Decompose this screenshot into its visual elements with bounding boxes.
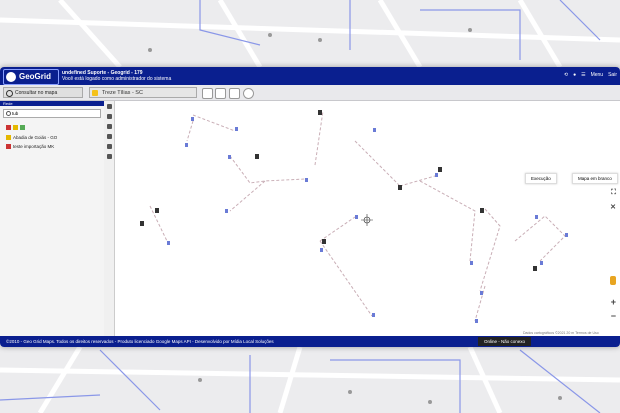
toolbar: Consultar no mapa Treze Tílias - SC: [0, 85, 620, 101]
sidebar-item-label: teste importação MK: [13, 144, 55, 149]
cable-icon[interactable]: [106, 124, 112, 129]
sidebar-search-input[interactable]: tub: [3, 109, 101, 118]
top-header: GeoGrid MAPS undefined Suporte - Geogrid…: [0, 67, 620, 89]
menu-button[interactable]: Menu: [591, 72, 604, 78]
user-sub: Você está logado como administrador do s…: [62, 76, 172, 82]
app-window: GeoGrid MAPS undefined Suporte - Geogrid…: [0, 67, 620, 347]
tool-strip: [104, 101, 115, 336]
sidebar-tools: [0, 121, 104, 133]
sidebar-item[interactable]: Abadia de Goiás - GO: [0, 133, 104, 142]
tool-icon-green[interactable]: [20, 124, 25, 130]
measure-icon[interactable]: ✕: [610, 203, 616, 211]
crosshair-icon: [361, 214, 373, 226]
gear-icon[interactable]: [243, 88, 254, 99]
place-label: Treze Tílias - SC: [102, 90, 143, 96]
network-routes: [140, 110, 568, 323]
online-status: Online - Não conexo: [478, 337, 532, 346]
refresh-icon[interactable]: ⟲: [564, 72, 568, 78]
footer-copyright: ©2010 - Geo Grid Maps. Todos os direitos…: [6, 339, 274, 344]
edit-icon[interactable]: [106, 104, 112, 109]
sidebar-item[interactable]: teste importação MK: [0, 142, 104, 151]
basemap-dropdown[interactable]: Mapa em branco: [572, 173, 618, 184]
tool-icon-red[interactable]: [6, 124, 11, 130]
map-canvas[interactable]: Execução Mapa em branco ⛶ ✕ + − Dados ca…: [115, 101, 620, 336]
search-icon: [6, 90, 13, 97]
sidebar-item-label: Abadia de Goiás - GO: [13, 135, 58, 140]
place-selector[interactable]: Treze Tílias - SC: [89, 87, 197, 98]
fullscreen-icon[interactable]: ⛶: [611, 189, 616, 197]
user-info: undefined Suporte - Geogrid - 179 Você e…: [62, 70, 171, 82]
layers-tool-icon[interactable]: [215, 88, 226, 99]
logo-name: GeoGrid: [19, 71, 52, 81]
zoom-out-button[interactable]: −: [611, 311, 616, 321]
footer: ©2010 - Geo Grid Maps. Todos os direitos…: [0, 336, 620, 347]
box-icon[interactable]: [106, 134, 112, 139]
search-placeholder: Consultar no mapa: [15, 90, 58, 96]
zoom-in-button[interactable]: +: [611, 297, 616, 307]
geogrid-logo[interactable]: GeoGrid MAPS: [3, 69, 59, 89]
folder-icon: [6, 144, 11, 149]
globe-icon: [6, 72, 16, 82]
pole-icon[interactable]: [106, 114, 112, 119]
header-actions: ⟲ ● ☰ Menu Sair: [564, 72, 617, 78]
menu-icon[interactable]: ☰: [581, 72, 585, 78]
splitter-icon[interactable]: [106, 144, 112, 149]
sidebar-title: Rede: [0, 101, 104, 106]
shape-tool-icon[interactable]: [229, 88, 240, 99]
network-sidebar: Rede tub Abadia de Goiás - GO teste impo…: [0, 101, 105, 336]
exit-button[interactable]: Sair: [608, 72, 617, 78]
folder-icon: [6, 135, 11, 140]
pegman-icon[interactable]: [610, 276, 616, 285]
map-search-input[interactable]: Consultar no mapa: [3, 87, 83, 98]
tool-icon-yellow[interactable]: [13, 124, 18, 130]
pin-icon: [92, 90, 98, 96]
bell-icon[interactable]: ●: [573, 72, 576, 78]
tag-tool-icon[interactable]: [202, 88, 213, 99]
execution-dropdown[interactable]: Execução: [525, 173, 557, 184]
map-attribution: Dados cartográficos ©2021 20 m Termos de…: [523, 331, 599, 335]
delete-icon[interactable]: [106, 154, 112, 159]
